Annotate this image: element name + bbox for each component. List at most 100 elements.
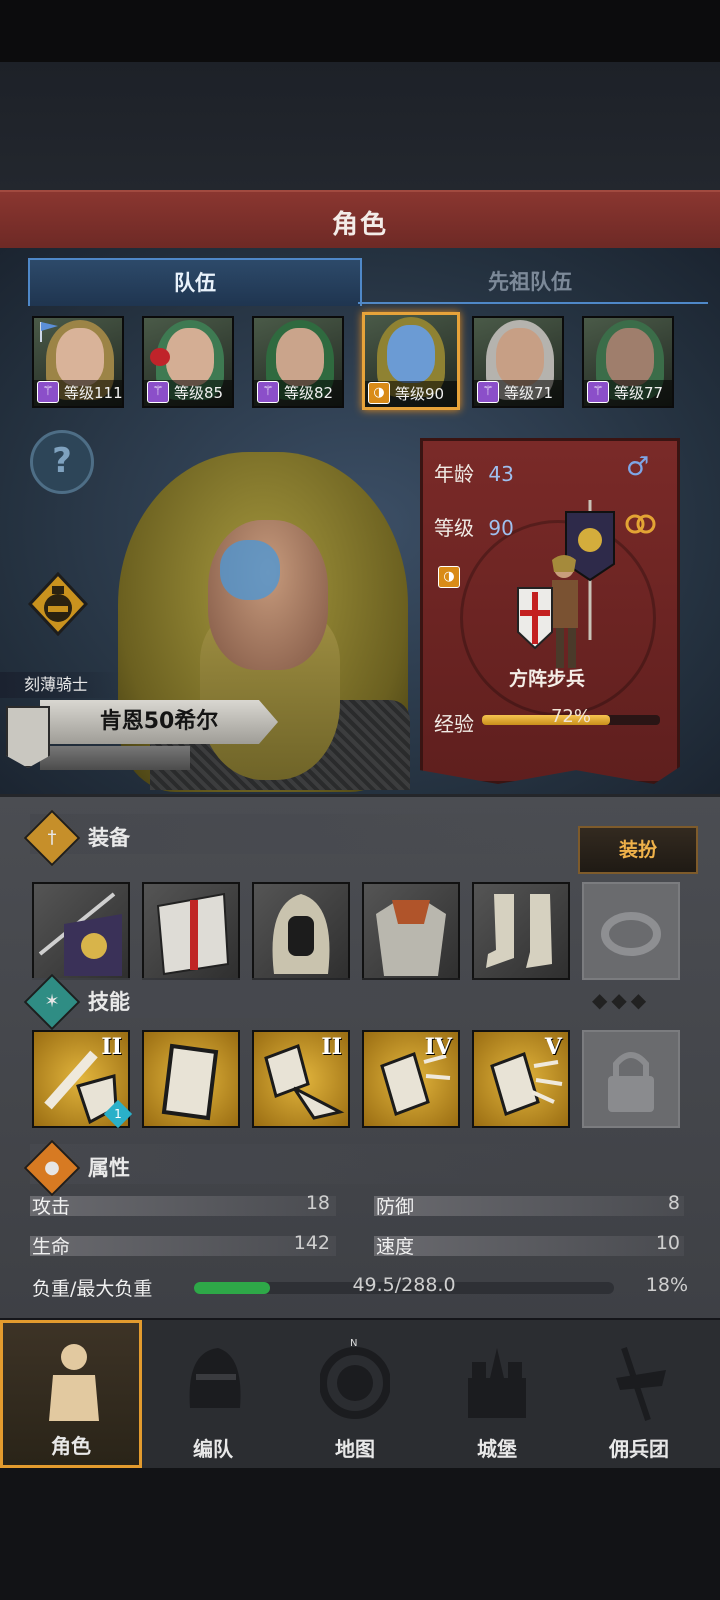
hero-name-plate[interactable]: 肯恩50希尔 [40, 700, 278, 744]
shield-icon: ◑ [368, 382, 390, 404]
skill-rank: II [101, 1034, 122, 1060]
attack-value: 18 [305, 1192, 330, 1214]
party-level: 等级71 [504, 384, 554, 402]
party-member-3[interactable]: ⚚ 等级82 [252, 316, 344, 408]
party-member-1[interactable]: ⚚ 等级111 [32, 316, 124, 408]
equip-slot-helmet[interactable] [252, 882, 350, 980]
party-member-5[interactable]: ⚚ 等级71 [472, 316, 564, 408]
mercenary-flag-icon [616, 1347, 666, 1421]
unit-soldier-figure [517, 555, 578, 668]
speed-label: 速度 [376, 1236, 415, 1258]
staff-icon: ⚚ [37, 381, 59, 403]
skills-title: 技能 [88, 990, 130, 1014]
flag-icon [40, 322, 58, 342]
hero-name-plate-shadow [40, 746, 190, 770]
page-title: 角色 [331, 210, 388, 240]
mail-coif-icon [272, 894, 330, 974]
load-percent: 18% [645, 1274, 688, 1296]
attributes-title: 属性 [88, 1156, 130, 1180]
equip-slot-ring[interactable] [582, 882, 680, 980]
lock-icon [608, 1052, 654, 1112]
skill-rank: IV [424, 1034, 452, 1060]
nav-mercenaries[interactable]: 佣兵团 [568, 1320, 710, 1468]
equip-slot-banner[interactable] [32, 882, 130, 980]
nav-map[interactable]: N 地图 [284, 1320, 426, 1468]
nav-castle-label: 城堡 [477, 1437, 517, 1461]
male-icon: ♂ [626, 452, 650, 482]
equip-slot-boots[interactable] [472, 882, 570, 980]
party-level: 等级82 [284, 384, 334, 402]
knight-icon [49, 1344, 99, 1421]
heraldry-banner-icon[interactable] [6, 706, 50, 768]
top-background [0, 62, 720, 190]
staff-icon: ⚚ [257, 381, 279, 403]
hero-name: 肯恩50希尔 [99, 709, 219, 734]
boots-icon [486, 894, 552, 968]
party-member-2[interactable]: ⚚ 等级85 [142, 316, 234, 408]
hero-title: 刻薄骑士 [24, 675, 89, 694]
bottom-blank-area [0, 1468, 720, 1600]
load-value: 49.5/288.0 [352, 1274, 456, 1296]
hero-title-plate: 刻薄骑士 [0, 672, 120, 698]
hp-label: 生命 [32, 1236, 71, 1258]
nav-character[interactable]: 角色 [0, 1320, 142, 1468]
skill-slot-5[interactable]: V [472, 1030, 570, 1128]
skill-slot-1[interactable]: II 1 [32, 1030, 133, 1129]
tab-ancestor-party[interactable]: 先祖队伍 [360, 260, 700, 304]
tab-underline [358, 302, 708, 304]
ring-icon [601, 912, 661, 956]
party-level: 等级77 [614, 384, 664, 402]
skill-rank: V [544, 1034, 562, 1060]
skill-points-diamonds: ◆◆◆ [592, 988, 651, 1012]
party-member-4[interactable]: ◑ 等级90 [362, 312, 460, 410]
equip-slot-shield[interactable] [142, 882, 240, 980]
nav-character-label: 角色 [51, 1434, 91, 1458]
nav-formation[interactable]: 编队 [142, 1320, 284, 1468]
flower-icon [150, 348, 170, 366]
staff-icon: ⚚ [147, 381, 169, 403]
level-label: 等级 [434, 516, 474, 540]
party-member-6[interactable]: ⚚ 等级77 [582, 316, 674, 408]
compass-map-icon: N [320, 1338, 390, 1419]
defense-label: 防御 [376, 1196, 415, 1218]
help-button[interactable]: ? [30, 430, 94, 494]
potion-icon[interactable] [28, 572, 88, 636]
age-value: 43 [488, 462, 514, 486]
unit-name: 方阵步兵 [508, 668, 585, 690]
skill-slot-2[interactable] [142, 1030, 240, 1128]
hero-face-paint [220, 540, 280, 600]
nav-castle[interactable]: 城堡 [426, 1320, 568, 1468]
shield-icon [156, 892, 230, 976]
party-level: 等级111 [64, 384, 123, 402]
skill-badge: 1 [103, 1099, 133, 1129]
tab-party[interactable]: 队伍 [28, 258, 362, 306]
banner-spear-icon [38, 892, 122, 976]
tab-party-label: 队伍 [174, 271, 216, 295]
status-bar-area [0, 0, 720, 62]
load-label: 负重/最大负重 [32, 1278, 153, 1300]
defense-value: 8 [667, 1192, 680, 1214]
party-level: 等级85 [174, 384, 224, 402]
nav-formation-label: 编队 [193, 1437, 233, 1461]
equip-slot-armor[interactable] [362, 882, 460, 980]
skill-rank: II [321, 1034, 342, 1060]
dress-up-button[interactable]: 装扮 [578, 826, 698, 874]
shield-class-icon: ◑ [438, 566, 460, 588]
castle-icon [468, 1348, 526, 1418]
age-label: 年龄 [434, 462, 474, 486]
skill-slot-locked[interactable] [582, 1030, 680, 1128]
skill-slot-3[interactable]: II [252, 1030, 350, 1128]
skill-slot-4[interactable]: IV [362, 1030, 460, 1128]
staff-icon: ⚚ [477, 381, 499, 403]
speed-value: 10 [655, 1232, 680, 1254]
nav-map-label: 地图 [335, 1437, 375, 1461]
rings-icon [625, 514, 656, 534]
nav-mercenaries-label: 佣兵团 [609, 1437, 669, 1461]
hp-value: 142 [293, 1232, 330, 1254]
xp-percent: 72% [550, 706, 591, 727]
staff-icon: ⚚ [587, 381, 609, 403]
tower-shield-skill-icon [161, 1043, 219, 1121]
tab-ancestor-label: 先祖队伍 [488, 270, 572, 294]
level-value: 90 [488, 516, 514, 540]
party-level: 等级90 [395, 385, 445, 403]
